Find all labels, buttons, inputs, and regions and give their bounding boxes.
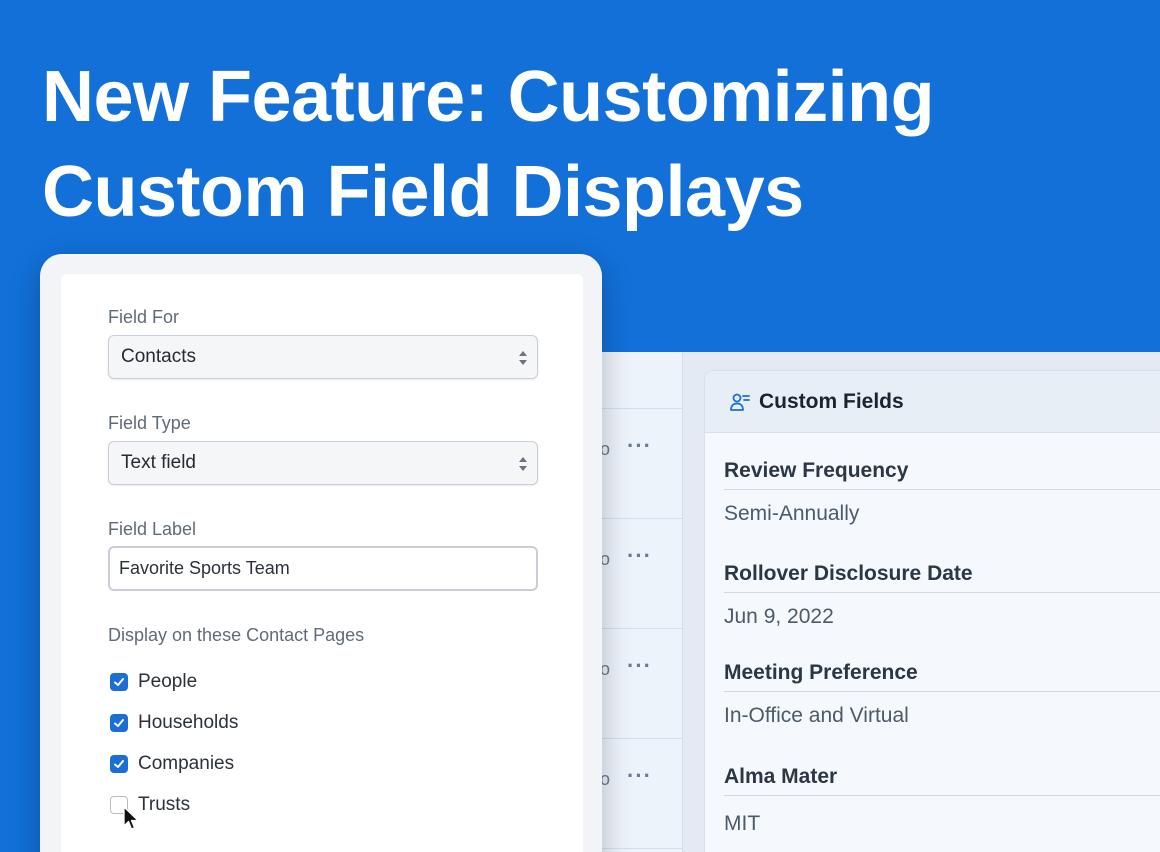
mouse-cursor-icon — [123, 806, 139, 830]
field-type-label: Field Type — [108, 413, 191, 433]
custom-field-item: Alma Mater MIT — [724, 765, 1160, 836]
custom-field-item: Review Frequency Semi-Annually — [724, 459, 1160, 526]
custom-field-label: Alma Mater — [724, 765, 1160, 796]
check-icon — [114, 719, 124, 727]
custom-field-item: Meeting Preference In-Office and Virtual — [724, 661, 1160, 728]
custom-field-label: Meeting Preference — [724, 661, 1160, 692]
checkbox[interactable] — [110, 673, 128, 691]
checkbox-label: Households — [138, 712, 239, 733]
display-pages-label: Display on these Contact Pages — [108, 625, 365, 645]
field-type-value: Text field — [121, 452, 196, 473]
custom-field-label: Rollover Disclosure Date — [724, 562, 1160, 593]
field-for-label: Field For — [108, 307, 180, 327]
check-icon — [114, 678, 124, 686]
more-options-icon[interactable]: ··· — [627, 763, 652, 789]
checkbox-label: Trusts — [138, 794, 191, 815]
checkbox-people[interactable]: People — [110, 671, 197, 693]
headline-line-1: New Feature: Customizing — [42, 57, 935, 137]
checkbox-households[interactable]: Households — [110, 712, 238, 734]
page-headline: New Feature: Customizing Custom Field Di… — [42, 50, 935, 240]
field-for-select[interactable]: Contacts — [108, 335, 538, 379]
more-options-icon[interactable]: ··· — [627, 543, 652, 569]
checkbox-label: Companies — [138, 753, 235, 774]
checkbox-companies[interactable]: Companies — [110, 753, 234, 775]
custom-field-value: Semi-Annually — [724, 502, 860, 525]
user-list-icon — [730, 393, 750, 411]
custom-field-form-card: Field For Contacts Field Type Text field… — [40, 254, 602, 852]
checkbox[interactable] — [110, 714, 128, 732]
more-options-icon[interactable]: ··· — [627, 433, 652, 459]
field-for-value: Contacts — [121, 346, 196, 367]
checkbox[interactable] — [110, 755, 128, 773]
custom-field-value: Jun 9, 2022 — [724, 605, 834, 628]
custom-fields-panel: Custom Fields Review Frequency Semi-Annu… — [704, 370, 1160, 852]
custom-field-value: In-Office and Virtual — [724, 704, 909, 727]
custom-fields-title: Custom Fields — [759, 389, 904, 413]
custom-field-item: Rollover Disclosure Date Jun 9, 2022 — [724, 562, 1160, 629]
headline-line-2: Custom Field Displays — [42, 152, 804, 232]
checkbox-label: People — [138, 671, 198, 692]
check-icon — [114, 760, 124, 768]
field-type-select[interactable]: Text field — [108, 441, 538, 485]
field-label-input[interactable] — [108, 546, 538, 591]
custom-field-label: Review Frequency — [724, 459, 1160, 490]
sort-arrows-icon — [519, 457, 527, 471]
custom-field-form: Field For Contacts Field Type Text field… — [61, 274, 583, 852]
custom-fields-header: Custom Fields — [705, 371, 1160, 433]
more-options-icon[interactable]: ··· — [627, 653, 652, 679]
field-label-label: Field Label — [108, 519, 197, 539]
custom-field-value: MIT — [724, 812, 761, 835]
sort-arrows-icon — [519, 351, 527, 365]
